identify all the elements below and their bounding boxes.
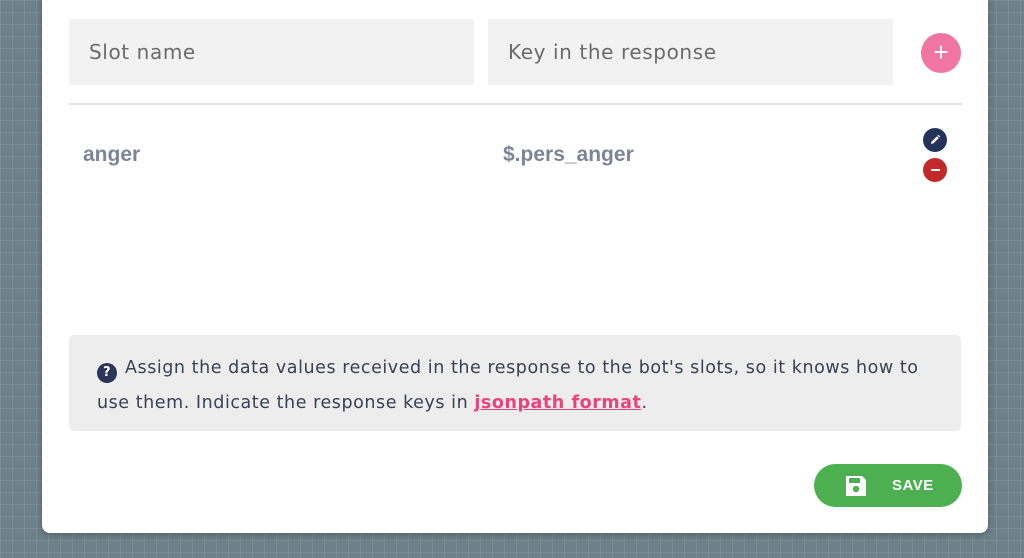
edit-mapping-button[interactable] bbox=[923, 128, 947, 152]
save-button[interactable]: SAVE bbox=[814, 464, 962, 507]
response-key-input[interactable] bbox=[488, 19, 893, 85]
minus-icon bbox=[930, 169, 940, 171]
floppy-disk-icon bbox=[846, 475, 866, 496]
jsonpath-format-link[interactable]: jsonpath format bbox=[474, 393, 641, 413]
slot-mapping-modal: + anger $.pers_anger ?Assign the data va… bbox=[42, 0, 988, 533]
question-circle-icon: ? bbox=[97, 362, 117, 383]
mapping-slot-name: anger bbox=[83, 143, 141, 166]
mapping-response-key: $.pers_anger bbox=[503, 143, 634, 166]
divider bbox=[69, 103, 962, 105]
plus-icon: + bbox=[933, 37, 949, 67]
pencil-icon bbox=[931, 134, 941, 144]
add-mapping-button[interactable]: + bbox=[921, 33, 961, 73]
save-button-label: SAVE bbox=[892, 477, 934, 494]
remove-mapping-button[interactable] bbox=[923, 158, 947, 182]
info-text-end: . bbox=[641, 393, 648, 413]
info-box: ? Assign the data values received in the … bbox=[69, 335, 961, 431]
slot-name-input[interactable] bbox=[69, 19, 474, 85]
